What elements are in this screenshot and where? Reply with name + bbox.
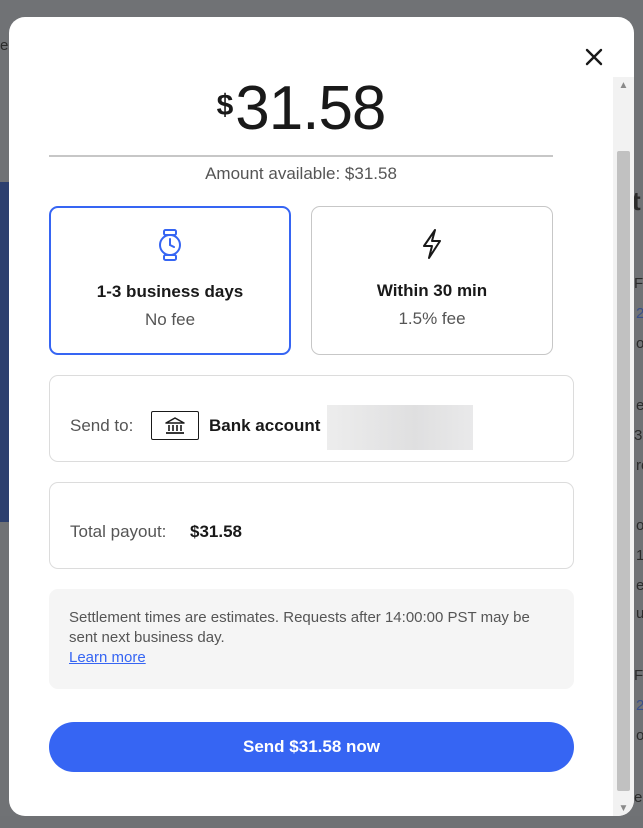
settlement-note: Settlement times are estimates. Requests… xyxy=(49,589,574,689)
backdrop-text: o xyxy=(636,727,643,744)
total-payout-value: $31.58 xyxy=(190,522,242,541)
total-payout-label: Total payout: xyxy=(70,522,167,541)
close-icon xyxy=(585,48,603,66)
close-button[interactable] xyxy=(582,45,606,69)
total-payout-box: Total payout: $31.58 xyxy=(49,482,574,569)
backdrop-text: 2 xyxy=(636,697,643,714)
amount-value: 31.58 xyxy=(235,74,386,143)
scroll-down-icon[interactable]: ▼ xyxy=(613,800,634,816)
scrollbar-thumb[interactable] xyxy=(617,151,630,791)
option-standard[interactable]: 1-3 business days No fee xyxy=(49,206,291,355)
learn-more-link[interactable]: Learn more xyxy=(69,648,146,668)
redacted-account-number xyxy=(327,405,473,450)
modal-scrollbar[interactable]: ▲ ▼ xyxy=(613,77,634,816)
option-fee: No fee xyxy=(144,310,196,329)
backdrop-text: e xyxy=(634,789,643,806)
backdrop-text: 1. xyxy=(636,547,643,564)
bank-icon xyxy=(151,411,199,440)
amount-display[interactable]: $ 31.58 xyxy=(49,74,553,157)
backdrop-text: e xyxy=(636,577,643,594)
backdrop-text: 32 xyxy=(634,427,643,444)
option-fee: 1.5% fee xyxy=(398,309,466,328)
watch-icon xyxy=(159,229,181,261)
backdrop-text: o xyxy=(636,517,643,534)
amount-available: Amount available: $31.58 xyxy=(205,164,397,183)
option-instant[interactable]: Within 30 min 1.5% fee xyxy=(311,206,553,355)
option-title: Within 30 min xyxy=(376,281,488,300)
scroll-up-icon[interactable]: ▲ xyxy=(613,77,634,93)
backdrop-bottom-strip xyxy=(0,816,643,828)
option-title: 1-3 business days xyxy=(96,282,244,301)
send-to-label: Send to: xyxy=(70,416,134,435)
payout-modal: ▲ ▼ $ 31.58 Amount available: $31.58 1-3… xyxy=(9,17,634,816)
backdrop-text: Fe xyxy=(634,275,643,292)
backdrop-text: u xyxy=(636,605,643,622)
backdrop-text: e xyxy=(636,397,643,414)
lightning-icon xyxy=(423,229,441,259)
send-now-button[interactable]: Send $31.58 now xyxy=(49,722,574,772)
backdrop-text: o xyxy=(636,335,643,352)
send-to-box: Send to: Bank account xyxy=(49,375,574,462)
backdrop-text: Fe xyxy=(634,667,643,684)
bank-account-name: Bank account xyxy=(209,416,321,435)
backdrop-text: 2 xyxy=(636,305,643,322)
amount-currency: $ xyxy=(216,89,234,122)
backdrop-text: ro xyxy=(636,457,643,474)
settlement-note-text: Settlement times are estimates. Requests… xyxy=(69,609,530,646)
